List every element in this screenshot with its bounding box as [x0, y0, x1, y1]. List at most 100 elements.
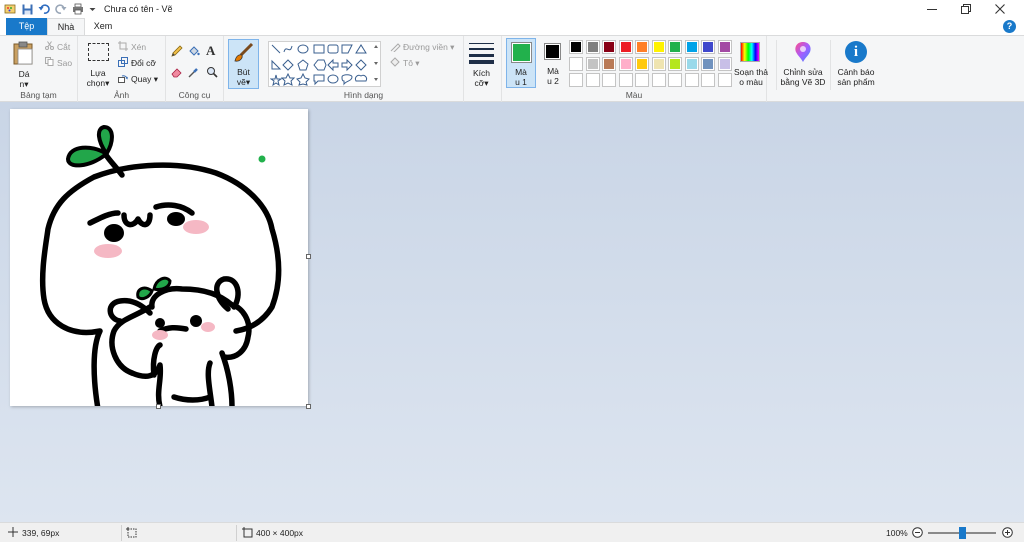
zoom-in-icon[interactable] [1002, 527, 1013, 540]
palette-swatch[interactable] [701, 56, 715, 71]
color1-fill [513, 44, 530, 61]
resize-button[interactable]: Đổi cỡ [131, 58, 156, 68]
edit-colors-icon [740, 42, 760, 62]
close-icon [995, 4, 1005, 14]
palette-swatch[interactable] [585, 73, 600, 87]
copy-button[interactable]: Sao [57, 58, 72, 68]
palette-swatch[interactable] [635, 40, 649, 54]
color-palette [569, 40, 735, 88]
palette-swatch[interactable] [651, 73, 666, 87]
palette-swatch[interactable] [569, 40, 583, 54]
palette-swatch[interactable] [651, 40, 666, 54]
palette-swatch[interactable] [602, 73, 616, 87]
palette-swatch-fill [719, 42, 730, 52]
palette-swatch[interactable] [618, 73, 633, 87]
palette-swatch[interactable] [684, 56, 699, 71]
cut-button[interactable]: Cắt [57, 42, 70, 52]
palette-swatch-fill [686, 58, 697, 69]
restore-button[interactable] [949, 0, 983, 18]
undo-icon[interactable] [37, 2, 51, 16]
palette-swatch[interactable] [701, 40, 715, 54]
color2-fill [546, 45, 559, 58]
palette-swatch-fill [571, 58, 581, 69]
palette-swatch[interactable] [602, 40, 616, 54]
text-tool-icon[interactable]: A [206, 43, 215, 59]
resize-handle-bottom[interactable] [156, 404, 161, 409]
palette-swatch[interactable] [651, 56, 666, 71]
palette-swatch-fill [719, 58, 730, 69]
product-alert-button[interactable]: i Cảnh báo sản phẩm [830, 40, 880, 90]
drawing-canvas[interactable] [10, 109, 308, 406]
rotate-button[interactable]: Quay ▾ [131, 74, 158, 85]
palette-swatch[interactable] [717, 40, 732, 54]
color-picker-icon[interactable] [188, 66, 200, 80]
color2-button[interactable]: Mà u 2 [540, 38, 566, 88]
paint-app-icon[interactable] [3, 2, 17, 16]
palette-swatch[interactable] [684, 73, 699, 87]
palette-swatch-fill [604, 58, 614, 69]
eraser-icon[interactable] [171, 66, 183, 80]
close-button[interactable] [983, 0, 1017, 18]
minimize-icon [927, 9, 937, 10]
palette-swatch[interactable] [717, 73, 732, 87]
zoom-slider[interactable] [928, 527, 996, 539]
palette-swatch[interactable] [569, 73, 583, 87]
gallery-scroll-icon[interactable] [372, 42, 380, 86]
palette-swatch[interactable] [585, 56, 600, 71]
fill-icon [390, 57, 401, 69]
palette-swatch-fill [653, 42, 664, 52]
palette-swatch[interactable] [635, 73, 649, 87]
select-button[interactable]: Lựa chọn▾ [84, 41, 112, 88]
zoom-out-icon[interactable] [912, 527, 923, 540]
crop-button[interactable]: Xén [131, 42, 146, 52]
minimize-button[interactable] [915, 0, 949, 18]
tools-group-label: Công cụ [178, 90, 211, 100]
zoom-slider-thumb[interactable] [958, 527, 966, 539]
palette-swatch[interactable] [717, 56, 732, 71]
palette-swatch-fill [571, 42, 581, 52]
palette-swatch[interactable] [668, 40, 682, 54]
palette-swatch[interactable] [635, 56, 649, 71]
save-icon[interactable] [20, 2, 34, 16]
palette-swatch[interactable] [668, 56, 682, 71]
brush-icon [234, 42, 254, 62]
edit-paint3d-button[interactable]: Chỉnh sửa bằng Vẽ 3D [776, 40, 828, 90]
palette-swatch[interactable] [602, 56, 616, 71]
edit-colors-button[interactable]: Soạn thả o màu [731, 40, 771, 90]
resize-handle-corner[interactable] [306, 404, 311, 409]
tab-file[interactable]: Tệp [6, 18, 47, 35]
group-shapes: Đường viền ▾ Tô ▾ Hình dạng [264, 36, 464, 102]
clipboard-group-label: Bảng tạm [20, 90, 57, 100]
shapes-gallery[interactable] [268, 41, 381, 87]
resize-handle-right[interactable] [306, 254, 311, 259]
paste-button[interactable]: Dá n▾ [10, 39, 38, 89]
palette-swatch[interactable] [569, 56, 583, 71]
outline-button[interactable]: Đường viền ▾ [403, 42, 454, 53]
canvas-workspace [0, 102, 1024, 522]
tab-view[interactable]: Xem [85, 18, 121, 35]
palette-swatch[interactable] [618, 40, 633, 54]
palette-swatch[interactable] [701, 73, 715, 87]
customize-toolbar-chevron-icon[interactable] [88, 2, 96, 16]
zoom-level: 100% [886, 528, 908, 538]
palette-swatch[interactable] [668, 73, 682, 87]
magnifier-icon[interactable] [206, 66, 218, 80]
palette-swatch[interactable] [684, 40, 699, 54]
palette-swatch[interactable] [585, 40, 600, 54]
size-button[interactable]: Kích cỡ▾ [466, 40, 497, 90]
color1-button[interactable]: Mà u 1 [506, 38, 536, 88]
redo-icon[interactable] [54, 2, 68, 16]
print-icon[interactable] [71, 2, 85, 16]
help-button[interactable]: ? [1003, 20, 1016, 33]
palette-swatch[interactable] [618, 56, 633, 71]
brushes-button[interactable]: Bút vẽ▾ [228, 39, 259, 89]
pencil-icon[interactable] [171, 45, 183, 59]
fill-bucket-icon[interactable] [188, 45, 200, 59]
fill-button[interactable]: Tô ▾ [403, 58, 420, 69]
palette-swatch-fill [703, 42, 713, 52]
palette-swatch-fill [670, 42, 680, 52]
colors-group-label: Màu [625, 90, 643, 100]
tab-home[interactable]: Nhà [47, 18, 85, 35]
resize-icon [118, 57, 128, 69]
group-clipboard: Dá n▾ Cắt Sao Bảng tạm [0, 36, 78, 102]
